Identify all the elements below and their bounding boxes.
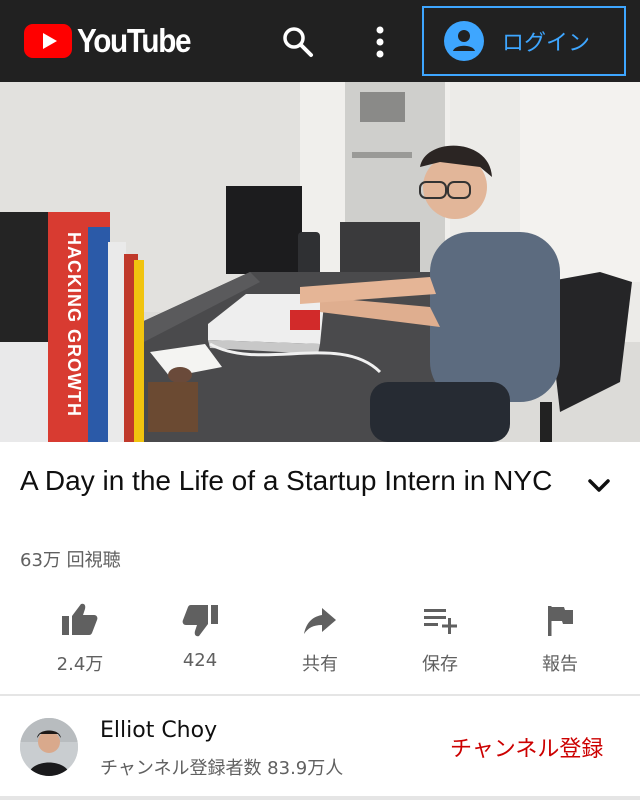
- thumb-up-icon: [62, 603, 98, 635]
- thumb-down-icon: [182, 605, 218, 637]
- channel-avatar[interactable]: [20, 718, 78, 776]
- report-label: 報告: [542, 654, 578, 675]
- share-button[interactable]: 共有: [260, 600, 380, 680]
- search-icon: [283, 27, 313, 57]
- chevron-down-icon: [588, 479, 610, 492]
- login-label: ログイン: [502, 31, 591, 56]
- top-app-bar: YouTube ログイン: [0, 0, 640, 82]
- share-label: 共有: [302, 654, 338, 675]
- like-count: 2.4万: [56, 654, 104, 675]
- flag-icon: [548, 606, 573, 636]
- subscriber-count: チャンネル登録者数 83.9万人: [100, 758, 344, 779]
- account-circle-icon: [444, 21, 484, 61]
- more-options-button[interactable]: [364, 22, 396, 62]
- save-button[interactable]: 保存: [380, 600, 500, 680]
- dislike-button[interactable]: 424: [140, 600, 260, 680]
- video-title: A Day in the Life of a Startup Intern in…: [20, 465, 553, 496]
- save-label: 保存: [422, 654, 458, 675]
- youtube-logo[interactable]: YouTube: [24, 22, 203, 59]
- expand-description-button[interactable]: [584, 470, 614, 500]
- search-button[interactable]: [280, 24, 316, 60]
- video-player[interactable]: HACKING GROWTH: [0, 82, 640, 442]
- view-count: 63万 回視聴: [20, 550, 121, 571]
- share-icon: [304, 608, 336, 634]
- subscribe-button[interactable]: チャンネル登録: [450, 731, 603, 763]
- channel-avatar-image: [20, 718, 78, 776]
- divider: [0, 694, 640, 696]
- more-vert-icon: [376, 26, 384, 58]
- report-button[interactable]: 報告: [500, 600, 620, 680]
- login-button[interactable]: ログイン: [422, 6, 626, 76]
- youtube-logo-icon: [24, 24, 72, 58]
- channel-name[interactable]: Elliot Choy: [100, 718, 217, 743]
- book-spine-text: HACKING GROWTH: [64, 232, 84, 417]
- bottom-divider: [0, 796, 640, 800]
- dislike-count: 424: [182, 650, 218, 671]
- playlist-add-icon: [424, 609, 457, 634]
- video-frame: HACKING GROWTH: [0, 82, 640, 442]
- logo-text: YouTube: [77, 22, 192, 59]
- like-button[interactable]: 2.4万: [20, 600, 140, 680]
